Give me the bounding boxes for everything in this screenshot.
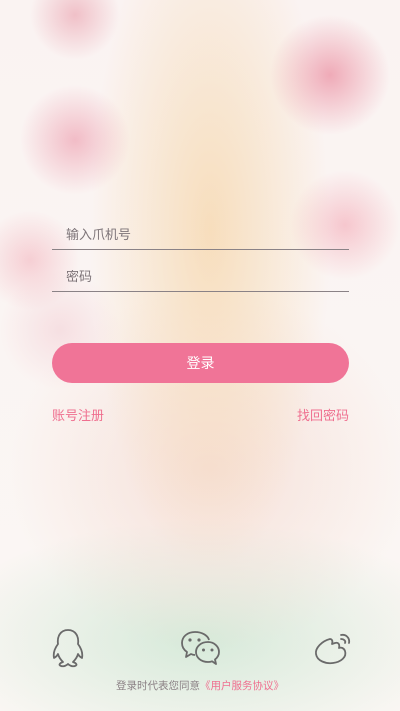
- phone-field[interactable]: [52, 209, 349, 250]
- password-field[interactable]: [52, 251, 349, 292]
- login-screen: 登录 账号注册 找回密码: [0, 0, 400, 711]
- service-agreement-link[interactable]: 《用户服务协议》: [200, 680, 284, 692]
- wechat-login-button[interactable]: [178, 626, 222, 670]
- qq-icon: [52, 629, 84, 668]
- weibo-login-button[interactable]: [311, 626, 355, 670]
- register-link[interactable]: 账号注册: [52, 405, 104, 424]
- agreement-prefix: 登录时代表您同意: [116, 680, 200, 692]
- qq-login-button[interactable]: [46, 626, 90, 670]
- weibo-icon: [315, 633, 351, 665]
- phone-input[interactable]: [66, 228, 336, 243]
- password-input[interactable]: [66, 270, 336, 285]
- agreement-text: 登录时代表您同意《用户服务协议》: [0, 678, 400, 693]
- forgot-password-link[interactable]: 找回密码: [297, 405, 349, 424]
- wechat-icon: [181, 631, 220, 665]
- login-button[interactable]: 登录: [52, 343, 349, 383]
